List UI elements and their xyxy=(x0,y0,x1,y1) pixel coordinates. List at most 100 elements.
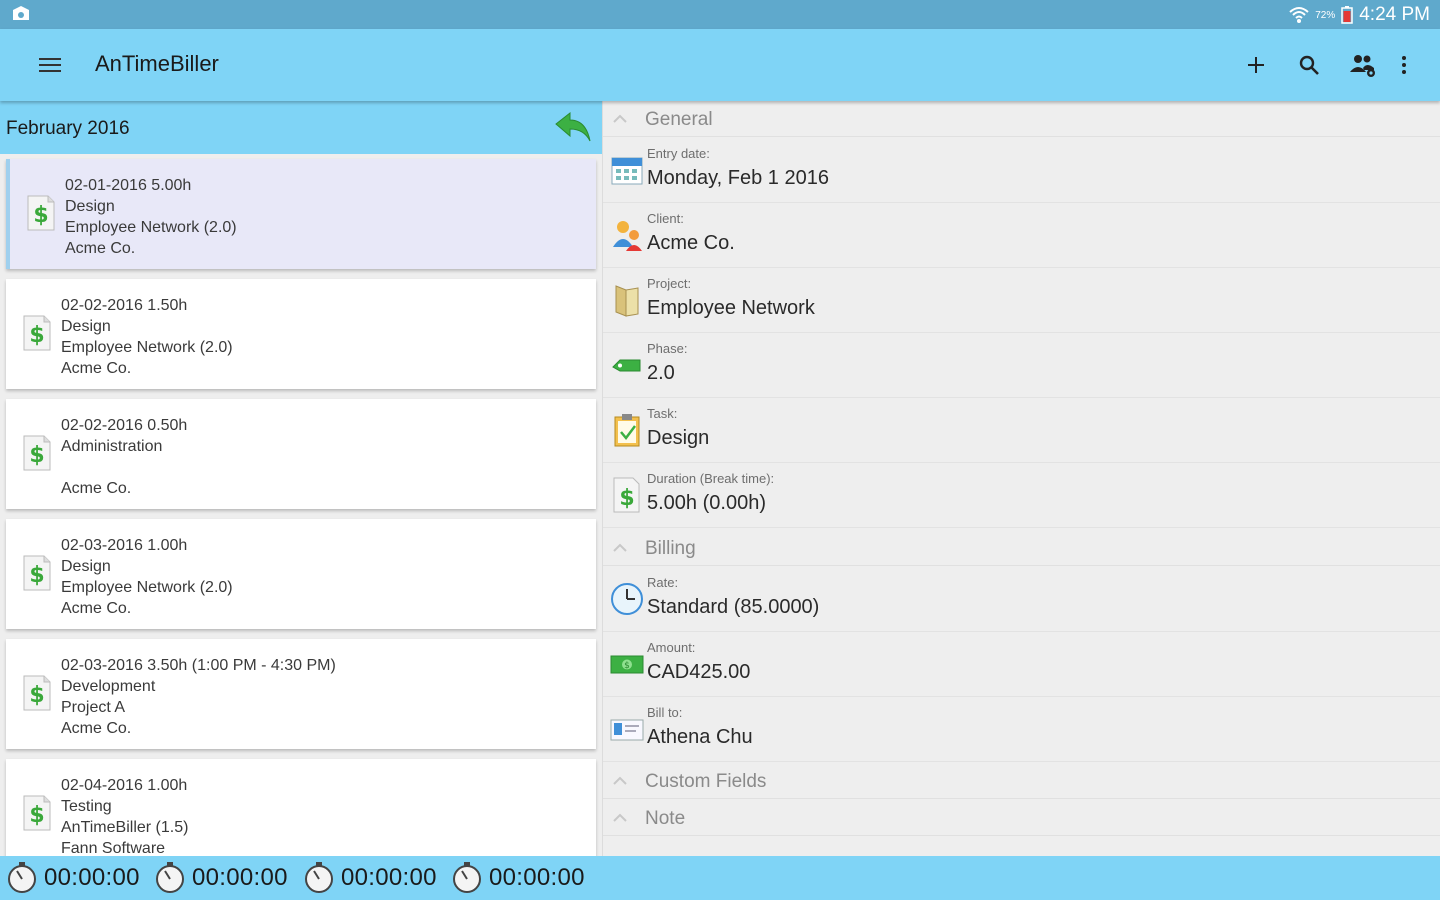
chevron-up-icon xyxy=(613,114,627,123)
timer-4[interactable]: 00:00:00 xyxy=(450,862,585,894)
project-folder-icon xyxy=(615,285,639,317)
client-icon xyxy=(613,221,642,251)
chevron-up-icon xyxy=(613,776,627,785)
dollar-document-icon: $ xyxy=(23,435,51,471)
entry-project: Employee Network (2.0) xyxy=(65,219,237,236)
timer-value: 00:00:00 xyxy=(341,864,437,891)
app-title: AnTimeBiller xyxy=(95,51,219,76)
entry-project: Project A xyxy=(61,699,126,716)
calendar-icon xyxy=(611,157,643,185)
month-header: February 2016 xyxy=(0,101,602,154)
timer-bar: 00:00:00 00:00:00 00:00:00 00:00:00 xyxy=(0,856,1440,900)
entry-client: Acme Co. xyxy=(61,720,132,737)
timer-value: 00:00:00 xyxy=(44,864,140,891)
battery-percent: 72% xyxy=(1315,9,1336,21)
time-entry-item[interactable]: $ 02-03-2016 3.50h (1:00 PM - 4:30 PM) D… xyxy=(6,639,596,749)
chevron-up-icon xyxy=(613,543,627,552)
field-value: Standard (85.0000) xyxy=(647,596,820,618)
field-label: Task: xyxy=(647,406,678,421)
entry-client: Acme Co. xyxy=(65,240,136,257)
time-entry-item[interactable]: $ 02-02-2016 0.50h Administration Acme C… xyxy=(6,399,596,509)
entry-task: Design xyxy=(61,558,111,575)
dollar-document-icon: $ xyxy=(23,675,51,711)
field-label: Project: xyxy=(647,276,692,291)
section-title: Custom Fields xyxy=(645,771,767,792)
dollar-document-icon: $ xyxy=(23,315,51,351)
field-value: Acme Co. xyxy=(647,232,735,254)
stopwatch-icon xyxy=(8,862,36,893)
status-indicators: 72% 4:24 PM xyxy=(1289,3,1430,27)
entry-task: Design xyxy=(61,318,111,335)
status-bar: 72% 4:24 PM xyxy=(0,0,1440,29)
search-icon xyxy=(1299,55,1319,75)
entry-date-duration: 02-03-2016 1.00h xyxy=(61,537,188,554)
entry-date-duration: 02-01-2016 5.00h xyxy=(65,177,192,194)
timer-1[interactable]: 00:00:00 xyxy=(5,862,140,894)
field-label: Phase: xyxy=(647,341,688,356)
time-entry-item[interactable]: $ 02-04-2016 1.00h Testing AnTimeBiller … xyxy=(6,759,596,856)
svg-text:$: $ xyxy=(619,486,634,511)
chevron-up-icon xyxy=(613,813,627,822)
dollar-document-icon: $ xyxy=(27,195,55,231)
entry-client: Acme Co. xyxy=(61,360,132,377)
manage-people-button[interactable] xyxy=(1345,47,1381,83)
field-value: CAD425.00 xyxy=(647,661,751,683)
field-amount[interactable]: $ Amount: CAD425.00 xyxy=(603,632,1440,697)
section-title: Note xyxy=(645,808,686,829)
reply-arrow-icon xyxy=(555,111,591,142)
time-entry-item[interactable]: $ 02-01-2016 5.00h Design Employee Netwo… xyxy=(6,159,596,269)
entry-project: Employee Network (2.0) xyxy=(61,339,233,356)
clock-icon xyxy=(611,583,643,615)
field-label: Amount: xyxy=(647,640,696,655)
entry-project xyxy=(61,457,187,478)
section-custom-fields-header[interactable]: Custom Fields xyxy=(603,763,1440,799)
section-billing-header[interactable]: Billing xyxy=(603,530,1440,566)
entry-list-pane: February 2016 $ 02-01-2016 5.00h Design … xyxy=(0,101,602,856)
field-project[interactable]: Project: Employee Network xyxy=(603,268,1440,333)
menu-button[interactable] xyxy=(34,51,66,79)
section-general-header[interactable]: General xyxy=(603,101,1440,137)
timer-value: 00:00:00 xyxy=(192,864,288,891)
entry-project: AnTimeBiller (1.5) xyxy=(61,819,189,836)
entry-client: Fann Software xyxy=(61,840,166,856)
svg-text:$: $ xyxy=(29,683,44,708)
field-label: Duration (Break time): xyxy=(647,471,775,486)
entry-task: Design xyxy=(65,198,115,215)
dollar-document-icon: $ xyxy=(23,555,51,591)
field-value: Athena Chu xyxy=(647,726,753,748)
entry-task: Testing xyxy=(61,798,112,815)
entry-project: Employee Network (2.0) xyxy=(61,579,233,596)
field-task[interactable]: Task: Design xyxy=(603,398,1440,463)
hamburger-menu-icon xyxy=(39,58,61,72)
time-entry-item[interactable]: $ 02-03-2016 1.00h Design Employee Netwo… xyxy=(6,519,596,629)
field-value: Employee Network xyxy=(647,297,815,319)
overflow-menu-button[interactable] xyxy=(1388,47,1420,83)
field-value: Design xyxy=(647,427,710,449)
entry-detail-pane: General Entry date: Monday, Feb 1 2016 C… xyxy=(602,101,1440,856)
timer-2[interactable]: 00:00:00 xyxy=(153,862,288,894)
field-value: 2.0 xyxy=(647,362,675,384)
timer-3[interactable]: 00:00:00 xyxy=(302,862,437,894)
contact-card-icon xyxy=(610,719,644,741)
section-note-header[interactable]: Note xyxy=(603,800,1440,836)
svg-text:$: $ xyxy=(33,203,48,228)
field-client[interactable]: Client: Acme Co. xyxy=(603,203,1440,268)
svg-text:$: $ xyxy=(624,661,630,671)
field-bill-to[interactable]: Bill to: Athena Chu xyxy=(603,697,1440,762)
dollar-document-icon: $ xyxy=(613,477,640,513)
search-button[interactable] xyxy=(1291,47,1327,83)
time-entry-item[interactable]: $ 02-02-2016 1.50h Design Employee Netwo… xyxy=(6,279,596,389)
add-button[interactable] xyxy=(1238,47,1274,83)
task-clipboard-icon xyxy=(614,414,640,447)
field-entry-date[interactable]: Entry date: Monday, Feb 1 2016 xyxy=(603,138,1440,203)
field-duration[interactable]: $ Duration (Break time): 5.00h (0.00h) xyxy=(603,463,1440,528)
wifi-icon xyxy=(1289,7,1309,23)
month-label: February 2016 xyxy=(6,118,130,139)
field-rate[interactable]: Rate: Standard (85.0000) xyxy=(603,567,1440,632)
stopwatch-icon xyxy=(453,862,481,893)
svg-text:$: $ xyxy=(29,803,44,828)
entry-client: Acme Co. xyxy=(61,600,132,617)
field-phase[interactable]: Phase: 2.0 xyxy=(603,333,1440,398)
back-button[interactable] xyxy=(552,109,594,145)
svg-text:$: $ xyxy=(29,443,44,468)
